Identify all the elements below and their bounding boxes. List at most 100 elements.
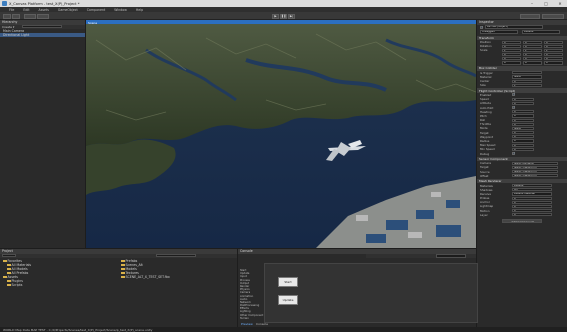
project-file-item[interactable]: SCENE_ALT_X_TEST_SET.fbx	[118, 275, 228, 279]
collider-field[interactable]: 0	[512, 79, 542, 83]
sensor-field[interactable]: None (Transform)	[512, 174, 558, 178]
folder-icon	[121, 263, 125, 267]
transform-y-field[interactable]: 1	[523, 48, 542, 53]
flight-field[interactable]: 0	[512, 101, 534, 105]
folder-icon	[121, 259, 125, 263]
renderer-field[interactable]: 0	[512, 213, 552, 217]
project-tree-item[interactable]: Scripts	[0, 283, 55, 287]
menu-edit[interactable]: Edit	[23, 8, 29, 12]
flight-checkbox[interactable]: ✓	[512, 93, 515, 97]
transform-y-field[interactable]: 0	[523, 40, 542, 44]
flight-field[interactable]: 0	[512, 139, 534, 143]
minimize-button[interactable]: –	[525, 0, 539, 7]
collider-field[interactable]: None	[512, 75, 542, 79]
scene-tab[interactable]: Scene	[86, 20, 476, 25]
project-create-button[interactable]	[2, 253, 16, 258]
inspector-panel: Inspector ✓ Aircraft (Object) Untagged D…	[476, 20, 567, 327]
sensor-field[interactable]: None (Camera)	[512, 161, 558, 165]
transform-z-field[interactable]: 0	[544, 40, 563, 44]
pause-button[interactable]: ❚❚	[280, 13, 287, 19]
transform-x-field[interactable]: 1	[502, 48, 521, 53]
transform-x-field[interactable]: 0	[502, 44, 521, 48]
transform-x-field[interactable]: 0	[502, 57, 521, 61]
layer-dropdown[interactable]: Default	[522, 30, 560, 34]
menu-help[interactable]: Help	[136, 8, 143, 12]
folder-icon	[121, 267, 125, 271]
flight-field[interactable]: None	[512, 126, 534, 131]
play-button[interactable]: ▶	[272, 13, 279, 19]
preview-header: Console	[238, 249, 476, 254]
transform-x-field[interactable]: 0	[502, 53, 521, 57]
add-component-button[interactable]: Add Component	[502, 218, 542, 224]
folder-icon	[3, 275, 7, 279]
hand-tool-button[interactable]	[3, 13, 11, 19]
transform-label: Scale	[480, 48, 488, 53]
transform-y-field[interactable]: 0	[523, 61, 542, 65]
sensor-field[interactable]: None (Transform)	[512, 165, 558, 170]
flight-field[interactable]: 0	[512, 131, 534, 135]
transform-z-field[interactable]: 0	[544, 53, 563, 57]
menu-assets[interactable]: Assets	[39, 8, 49, 12]
collider-field[interactable]	[512, 71, 542, 75]
layout-dropdown[interactable]	[542, 13, 564, 19]
preview-tree-item[interactable]: Terrain	[240, 317, 264, 320]
collider-field[interactable]: 1	[512, 83, 542, 87]
menu-gameobject[interactable]: GameObject	[58, 8, 78, 12]
console-tab[interactable]: Console	[256, 322, 268, 326]
step-button[interactable]: ▶|	[288, 13, 295, 19]
menu-component[interactable]: Component	[87, 8, 106, 12]
flight-field[interactable]: 0	[512, 135, 534, 139]
layers-dropdown[interactable]	[520, 13, 540, 19]
object-name-field[interactable]: Aircraft (Object)	[485, 25, 543, 29]
folder-icon	[3, 259, 7, 263]
renderer-field[interactable]: 0	[512, 196, 552, 200]
flight-row: Debug ✓	[477, 152, 567, 156]
flight-field[interactable]: 0	[512, 97, 534, 101]
move-tool-button[interactable]	[12, 13, 20, 19]
menu-window[interactable]: Window	[114, 8, 127, 12]
renderer-field[interactable]: Default Material	[512, 192, 552, 196]
start-button[interactable]: Start	[278, 277, 298, 287]
close-button[interactable]: ✕	[553, 0, 567, 7]
flight-field[interactable]: 0	[512, 122, 534, 126]
transform-x-field[interactable]: 0	[502, 61, 521, 65]
scene-tab-label: Scene	[88, 21, 98, 25]
flight-field[interactable]: 0	[512, 110, 534, 114]
flight-field[interactable]: 0	[512, 118, 534, 122]
transform-z-field[interactable]: 1	[544, 48, 563, 53]
sensor-field[interactable]: None (Transform)	[512, 170, 558, 174]
transform-x-field[interactable]: 0	[502, 40, 521, 44]
hierarchy-search-input[interactable]	[22, 25, 63, 29]
preview-tab[interactable]: Preview	[241, 322, 253, 326]
renderer-field[interactable]: 0	[512, 200, 552, 204]
renderer-field[interactable]: 0	[512, 209, 552, 213]
pivot-toggle-button[interactable]	[24, 13, 36, 19]
transform-z-field[interactable]: 0	[544, 44, 563, 48]
project-search-input[interactable]	[156, 253, 196, 258]
flight-checkbox[interactable]: ✓	[512, 106, 515, 110]
tag-dropdown[interactable]: Untagged	[480, 30, 518, 34]
renderer-field[interactable]: Default	[512, 183, 552, 188]
global-toggle-button[interactable]	[37, 13, 49, 19]
folder-icon	[121, 275, 125, 279]
transform-y-field[interactable]: 0	[523, 53, 542, 57]
transform-y-field[interactable]: 0	[523, 44, 542, 48]
menu-file[interactable]: File	[9, 8, 14, 12]
renderer-field[interactable]: 0	[512, 204, 552, 209]
active-checkbox[interactable]: ✓	[480, 25, 483, 29]
scene-viewport[interactable]: Scene	[86, 20, 476, 248]
app-icon	[2, 1, 7, 6]
flight-field[interactable]: 0	[512, 114, 534, 118]
update-button[interactable]: Update	[278, 295, 298, 305]
preview-canvas[interactable]	[264, 263, 478, 323]
flight-field[interactable]: 0	[512, 147, 534, 151]
flight-checkbox[interactable]: ✓	[512, 152, 515, 156]
transform-z-field[interactable]: 0	[544, 61, 563, 65]
renderer-field[interactable]: On	[512, 188, 552, 192]
flight-field[interactable]: 0	[512, 143, 534, 147]
transform-z-field[interactable]: 0	[544, 57, 563, 61]
preview-search-input[interactable]	[436, 254, 466, 258]
hierarchy-item-selected[interactable]: Directional Light	[0, 33, 85, 37]
maximize-button[interactable]: □	[539, 0, 553, 7]
transform-y-field[interactable]: 0	[523, 57, 542, 61]
